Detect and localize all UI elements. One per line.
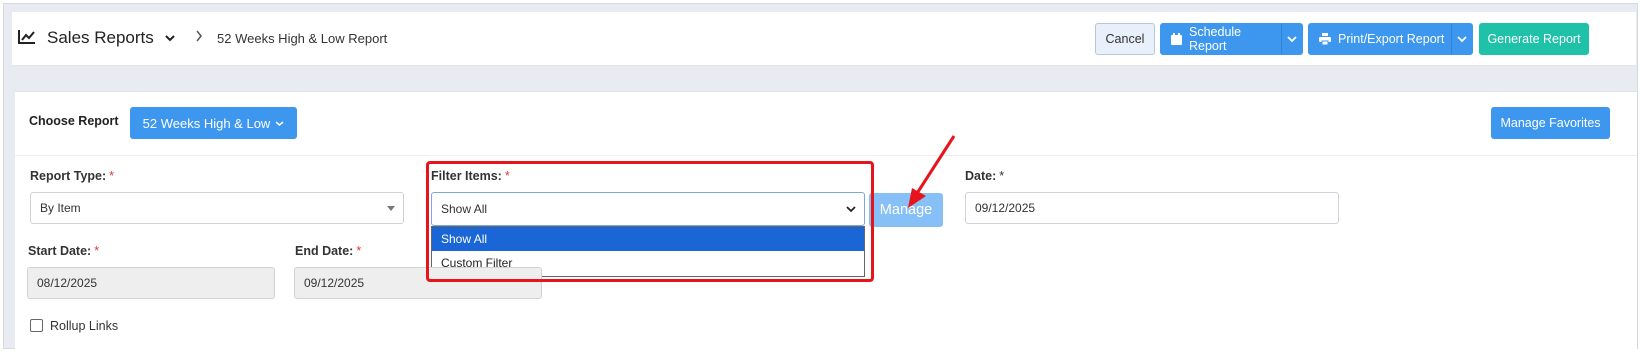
rollup-links-checkbox[interactable]	[30, 319, 43, 332]
cancel-button[interactable]: Cancel	[1095, 23, 1155, 55]
divider	[15, 155, 1637, 156]
required-mark: *	[94, 244, 100, 258]
printer-icon	[1319, 33, 1331, 45]
schedule-report-label: Schedule Report	[1189, 25, 1242, 53]
choose-report-dropdown[interactable]: 52 Weeks High & Low	[130, 107, 297, 139]
caret-down-icon	[387, 206, 395, 211]
generate-report-button[interactable]: Generate Report	[1479, 23, 1589, 55]
start-date-label-text: Start Date:	[28, 244, 92, 258]
print-export-label: Print/Export Report	[1338, 32, 1445, 46]
option-show-all[interactable]: Show All	[432, 227, 864, 251]
filter-items-select[interactable]: Show All	[431, 192, 865, 226]
chevron-right-icon	[196, 30, 202, 42]
manage-filter-label: Manage	[879, 202, 933, 218]
required-mark: *	[356, 244, 362, 258]
calendar-icon	[1171, 33, 1182, 45]
required-mark: *	[504, 169, 510, 183]
choose-report-label: Choose Report	[29, 114, 119, 128]
manage-filter-button[interactable]: Manage	[869, 193, 943, 227]
breadcrumb-current-report: 52 Weeks High & Low Report	[217, 31, 388, 46]
date-input[interactable]: 09/12/2025	[965, 192, 1339, 224]
choose-report-value: 52 Weeks High & Low	[142, 115, 271, 131]
date-label: Date: *	[965, 169, 1004, 183]
date-value: 09/12/2025	[975, 201, 1036, 215]
report-type-value: By Item	[40, 201, 81, 215]
required-mark: *	[999, 169, 1005, 183]
filter-items-label: Filter Items: *	[431, 169, 510, 183]
manage-favorites-button[interactable]: Manage Favorites	[1491, 107, 1610, 139]
module-title[interactable]: Sales Reports	[47, 28, 154, 48]
chevron-down-icon	[846, 206, 856, 213]
report-type-label-text: Report Type:	[30, 169, 107, 183]
chevron-down-icon	[1287, 36, 1297, 43]
chevron-down-icon[interactable]	[164, 32, 176, 44]
start-date-input[interactable]: 08/12/2025	[27, 267, 275, 299]
filter-items-value: Show All	[441, 202, 488, 216]
end-date-label-text: End Date:	[295, 244, 354, 258]
report-type-label: Report Type: *	[30, 169, 114, 183]
rollup-links-label[interactable]: Rollup Links	[50, 319, 118, 333]
print-export-button[interactable]: Print/Export Report	[1308, 23, 1451, 55]
report-type-select[interactable]: By Item	[30, 192, 404, 224]
required-mark: *	[109, 169, 115, 183]
start-date-label: Start Date: *	[28, 244, 99, 258]
end-date-value: 09/12/2025	[304, 276, 365, 290]
line-chart-icon	[18, 30, 35, 44]
end-date-input[interactable]: 09/12/2025	[294, 267, 542, 299]
chevron-down-icon	[275, 120, 284, 126]
filter-items-label-text: Filter Items:	[431, 169, 502, 183]
print-export-dropdown[interactable]	[1451, 23, 1473, 55]
end-date-label: End Date: *	[295, 244, 361, 258]
schedule-report-dropdown[interactable]	[1281, 23, 1303, 55]
generate-report-label: Generate Report	[1487, 32, 1581, 46]
chevron-down-icon	[1457, 36, 1467, 43]
date-label-text: Date:	[965, 169, 997, 183]
start-date-value: 08/12/2025	[37, 276, 98, 290]
manage-favorites-label: Manage Favorites	[1500, 116, 1601, 130]
cancel-button-label: Cancel	[1105, 32, 1145, 46]
schedule-report-button[interactable]: Schedule Report	[1160, 23, 1281, 55]
